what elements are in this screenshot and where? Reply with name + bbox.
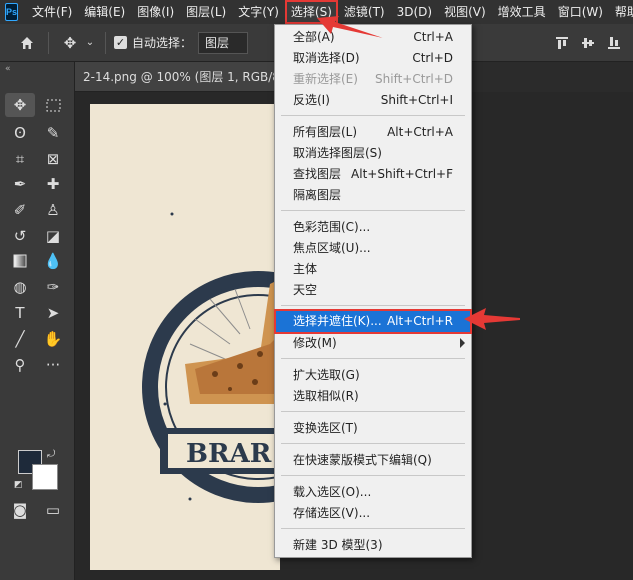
- menu-window[interactable]: 窗口(W): [552, 0, 609, 24]
- menu-item-isolate-layers[interactable]: 隔离图层: [275, 185, 471, 206]
- chevron-down-icon[interactable]: ⌄: [83, 30, 97, 56]
- menu-item-reselect[interactable]: 重新选择(E) Shift+Ctrl+D: [275, 69, 471, 90]
- menu-item-sky[interactable]: 天空: [275, 280, 471, 301]
- menu-separator: [281, 411, 465, 412]
- menu-item-subject[interactable]: 主体: [275, 259, 471, 280]
- divider: [48, 31, 49, 54]
- menu-item-grow[interactable]: 扩大选取(G): [275, 365, 471, 386]
- lasso-tool[interactable]: ʘ: [5, 121, 35, 145]
- pen-tool[interactable]: ✑: [38, 275, 68, 299]
- background-color-swatch[interactable]: [32, 464, 58, 490]
- stamp-tool[interactable]: ♙: [38, 198, 68, 222]
- select-menu-dropdown: 全部(A) Ctrl+A 取消选择(D) Ctrl+D 重新选择(E) Shift+C…: [274, 24, 472, 558]
- align-bottom-icon[interactable]: [601, 30, 627, 56]
- menu-item-transform-selection[interactable]: 变换选区(T): [275, 418, 471, 439]
- screen-mode-icon[interactable]: ▭: [38, 498, 68, 522]
- menu-item-color-range[interactable]: 色彩范围(C)...: [275, 217, 471, 238]
- document-canvas[interactable]: BRAR BARAR: [90, 104, 280, 570]
- align-top-icon[interactable]: [549, 30, 575, 56]
- menu-item-find-layers[interactable]: 查找图层 Alt+Shift+Ctrl+F: [275, 164, 471, 185]
- menu-separator: [281, 210, 465, 211]
- menu-separator: [281, 475, 465, 476]
- swap-colors-icon[interactable]: ⤾: [47, 449, 55, 460]
- menu-file[interactable]: 文件(F): [26, 0, 78, 24]
- menu-item-new-3d-extrusion[interactable]: 新建 3D 模型(3): [275, 535, 471, 556]
- menu-item-load-selection[interactable]: 载入选区(O)...: [275, 482, 471, 503]
- quick-select-tool[interactable]: ✎: [38, 121, 68, 145]
- logo-banner-text: BRAR: [186, 439, 272, 469]
- frame-tool[interactable]: ⊠: [38, 147, 68, 171]
- menu-view[interactable]: 视图(V): [438, 0, 492, 24]
- menu-item-similar[interactable]: 选取相似(R): [275, 386, 471, 407]
- eraser-tool[interactable]: ◪: [38, 224, 68, 248]
- menu-item-select-and-mask[interactable]: 选择并遮住(K)... Alt+Ctrl+R: [274, 309, 472, 334]
- menu-layer[interactable]: 图层(L): [180, 0, 232, 24]
- home-icon[interactable]: [14, 30, 40, 56]
- move-tool[interactable]: ✥: [5, 93, 35, 117]
- auto-select-label: 自动选择：: [132, 36, 193, 50]
- auto-select-dropdown[interactable]: 图层: [198, 31, 249, 54]
- menu-separator: [281, 115, 465, 116]
- move-tool-icon[interactable]: ✥: [57, 30, 83, 56]
- default-colors-icon[interactable]: ◩: [14, 480, 23, 490]
- menu-item-focus-area[interactable]: 焦点区域(U)...: [275, 238, 471, 259]
- menu-item-deselect[interactable]: 取消选择(D) Ctrl+D: [275, 48, 471, 69]
- zoom-tool[interactable]: ⚲: [5, 353, 35, 377]
- history-brush-tool[interactable]: ↺: [5, 224, 35, 248]
- menu-item-all-layers[interactable]: 所有图层(L) Alt+Ctrl+A: [275, 122, 471, 143]
- photoshop-logo: Ps: [5, 3, 19, 21]
- collapse-icon[interactable]: «: [5, 64, 11, 74]
- divider: [105, 31, 106, 54]
- dodge-tool[interactable]: ◍: [5, 275, 35, 299]
- menu-separator: [281, 305, 465, 306]
- menu-separator: [281, 528, 465, 529]
- menu-image[interactable]: 图像(I): [131, 0, 180, 24]
- logo-artwork: BRAR BARAR: [142, 212, 280, 503]
- quick-mask-icon[interactable]: ◙: [5, 498, 35, 522]
- align-vcenter-icon[interactable]: [575, 30, 601, 56]
- marquee-tool[interactable]: [38, 93, 68, 117]
- type-tool[interactable]: T: [5, 301, 35, 325]
- menu-item-save-selection[interactable]: 存储选区(V)...: [275, 503, 471, 524]
- menu-type[interactable]: 文字(Y): [232, 0, 285, 24]
- menu-item-modify[interactable]: 修改(M): [275, 333, 471, 354]
- menu-edit[interactable]: 编辑(E): [78, 0, 131, 24]
- path-select-tool[interactable]: ➤: [38, 301, 68, 325]
- brush-tool[interactable]: ✐: [5, 198, 35, 222]
- blur-tool[interactable]: 💧: [38, 249, 68, 273]
- menu-help[interactable]: 帮助(H): [609, 0, 633, 24]
- annotation-arrow-icon: [317, 16, 383, 38]
- menu-item-quick-mask[interactable]: 在快速蒙版模式下编辑(Q): [275, 450, 471, 471]
- more-tools-icon[interactable]: ···: [38, 353, 68, 377]
- crop-tool[interactable]: ⌗: [5, 147, 35, 171]
- auto-select-checkbox[interactable]: ✓: [114, 36, 127, 49]
- submenu-arrow-icon: [460, 338, 465, 348]
- menu-separator: [281, 443, 465, 444]
- annotation-arrow-icon: [464, 308, 520, 330]
- menu-separator: [281, 358, 465, 359]
- eyedropper-tool[interactable]: ✒: [5, 172, 35, 196]
- menu-3d[interactable]: 3D(D): [391, 0, 438, 24]
- healing-brush-tool[interactable]: ✚: [38, 172, 68, 196]
- tools-panel: « ✥ ʘ ✎ ⌗ ⊠ ✒ ✚ ✐ ♙ ↺ ◪ 💧 ◍ ✑ T ➤ ╱ ✋ ⚲ …: [0, 62, 75, 580]
- menu-plugins[interactable]: 增效工具: [492, 0, 552, 24]
- gradient-tool[interactable]: [5, 249, 35, 273]
- menu-item-deselect-layers[interactable]: 取消选择图层(S): [275, 143, 471, 164]
- document-tab[interactable]: 2-14.png @ 100% (图层 1, RGB/8#): [75, 62, 275, 92]
- hand-tool[interactable]: ✋: [38, 327, 68, 351]
- line-tool[interactable]: ╱: [5, 327, 35, 351]
- logo-arc-text: BARAR: [209, 213, 249, 229]
- menu-item-inverse[interactable]: 反选(I) Shift+Ctrl+I: [275, 90, 471, 111]
